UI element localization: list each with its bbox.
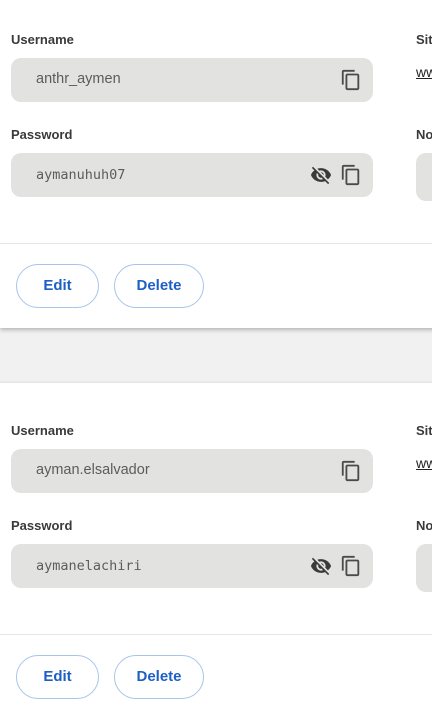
username-label: Username [11,32,74,47]
notes-label: No [416,518,432,533]
credential-card: Username anthr_aymen Password aymanuhuh0… [0,0,432,328]
notes-field[interactable] [416,544,432,592]
username-field[interactable]: ayman.elsalvador [11,449,373,493]
copy-icon[interactable] [340,164,362,186]
password-label: Password [11,127,73,142]
divider [0,243,432,244]
edit-button[interactable]: Edit [16,264,99,308]
copy-icon[interactable] [340,460,362,482]
eye-off-icon[interactable] [310,555,332,577]
credential-card: Username ayman.elsalvador Password ayman… [0,383,432,728]
password-value: aymanuhuh07 [36,167,126,183]
password-field[interactable]: aymanuhuh07 [11,153,373,197]
eye-off-icon[interactable] [310,164,332,186]
username-field[interactable]: anthr_aymen [11,58,373,102]
site-label: Sit [416,423,432,438]
site-link[interactable]: ww [416,64,432,80]
site-link[interactable]: ww [416,455,432,471]
copy-icon[interactable] [340,555,362,577]
notes-label: No [416,127,432,142]
edit-button[interactable]: Edit [16,655,99,699]
username-value: ayman.elsalvador [36,462,150,478]
delete-button[interactable]: Delete [114,655,204,699]
username-value: anthr_aymen [36,71,121,87]
username-label: Username [11,423,74,438]
password-label: Password [11,518,73,533]
site-label: Sit [416,32,432,47]
delete-button[interactable]: Delete [114,264,204,308]
divider [0,634,432,635]
copy-icon[interactable] [340,69,362,91]
password-field[interactable]: aymanelachiri [11,544,373,588]
notes-field[interactable] [416,153,432,201]
password-value: aymanelachiri [36,558,142,574]
